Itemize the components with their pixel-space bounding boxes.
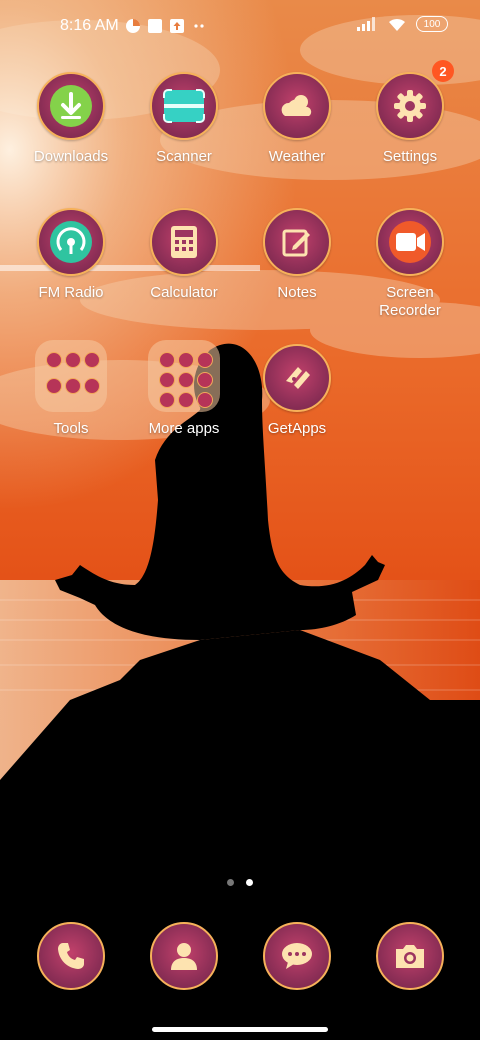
folder-app-icon — [65, 378, 81, 394]
folder-app-icon — [159, 392, 175, 408]
folder-app-icon — [197, 352, 213, 368]
status-bar: 8:16 AM 100 — [0, 0, 480, 56]
scanner-icon — [150, 72, 218, 140]
folder-app-icon — [84, 352, 100, 368]
folder-icon — [35, 340, 107, 412]
app-label: Screen Recorder — [379, 284, 441, 319]
page-indicator — [0, 879, 480, 886]
signal-icon — [357, 17, 375, 31]
download-icon — [37, 72, 105, 140]
camera-icon — [376, 922, 444, 990]
messages-icon — [263, 922, 331, 990]
app-scanner[interactable]: Scanner — [128, 72, 240, 192]
app-downloads[interactable]: Downloads — [15, 72, 127, 192]
gear-icon: 2 — [376, 60, 454, 140]
app-label: FM Radio — [38, 284, 104, 301]
home-gesture-bar[interactable] — [152, 1027, 328, 1032]
folder-app-icon — [46, 352, 62, 368]
dock-camera[interactable] — [354, 922, 466, 990]
status-time: 8:16 AM — [60, 17, 119, 34]
getapps-icon — [263, 344, 331, 412]
folder-app-icon — [65, 352, 81, 368]
app-notes[interactable]: Notes — [241, 208, 353, 328]
app-screen-recorder[interactable]: Screen Recorder — [354, 208, 466, 328]
weather-icon — [263, 72, 331, 140]
wifi-icon — [389, 18, 405, 31]
folder-app-icon — [178, 392, 194, 408]
folder-app-icon — [159, 352, 175, 368]
dock-contacts[interactable] — [128, 922, 240, 990]
folder-tools[interactable]: Tools — [15, 340, 127, 464]
app-label: GetApps — [267, 420, 327, 437]
folder-app-icon — [197, 392, 213, 408]
app-label: Downloads — [33, 148, 109, 165]
app-label: Tools — [53, 420, 89, 437]
folder-app-icon — [84, 378, 100, 394]
folder-app-icon — [178, 372, 194, 388]
app-label: More apps — [148, 420, 220, 437]
app-label: Calculator — [150, 284, 218, 301]
folder-icon — [148, 340, 220, 412]
page-dot-active[interactable] — [246, 879, 253, 886]
more-dots-icon — [194, 24, 204, 28]
folder-app-icon — [197, 372, 213, 388]
notes-icon — [263, 208, 331, 276]
app-settings[interactable]: 2 Settings — [354, 60, 466, 192]
app-weather[interactable]: Weather — [241, 72, 353, 192]
contacts-icon — [150, 922, 218, 990]
radio-icon — [37, 208, 105, 276]
app-label: Scanner — [156, 148, 212, 165]
calculator-icon — [150, 208, 218, 276]
page-dot[interactable] — [227, 879, 234, 886]
app-fm-radio[interactable]: FM Radio — [15, 208, 127, 328]
folder-more-apps[interactable]: More apps — [128, 340, 240, 464]
app-label: Settings — [382, 148, 438, 165]
screen-recorder-icon — [376, 208, 444, 276]
upload-box-icon — [169, 19, 184, 33]
app-label: Weather — [268, 148, 326, 165]
dock-messages[interactable] — [241, 922, 353, 990]
notification-badge: 2 — [432, 60, 454, 82]
folder-app-icon — [159, 372, 175, 388]
battery-icon: 100 — [416, 16, 448, 32]
folder-app-icon — [178, 352, 194, 368]
notification-square-icon — [147, 19, 162, 33]
dock-phone[interactable] — [15, 922, 127, 990]
app-calculator[interactable]: Calculator — [128, 208, 240, 328]
app-getapps[interactable]: GetApps — [241, 344, 353, 464]
battery-level: 100 — [423, 18, 441, 30]
phone-icon — [37, 922, 105, 990]
folder-app-icon — [46, 378, 62, 394]
data-saver-icon — [125, 19, 140, 33]
app-label: Notes — [277, 284, 317, 301]
